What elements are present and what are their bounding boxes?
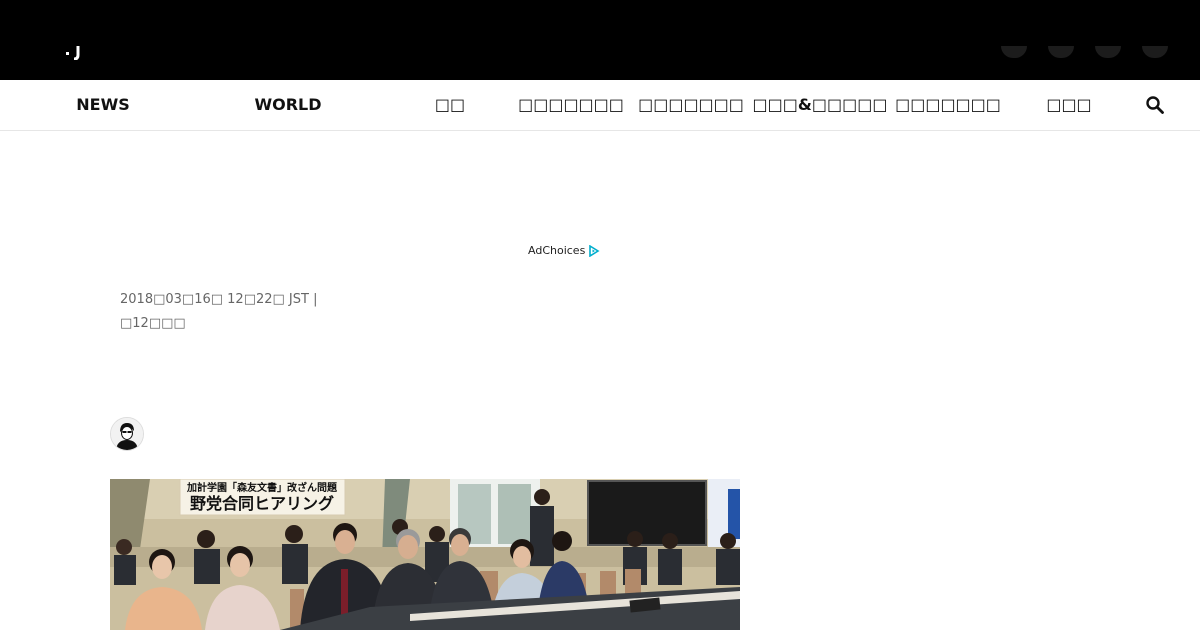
nav-item-world[interactable]: WORLD: [254, 80, 321, 130]
banner-line-2: 野党合同ヒアリング: [190, 494, 334, 513]
nav-item-news[interactable]: NEWS: [76, 80, 130, 130]
search-icon[interactable]: [1145, 95, 1165, 115]
nav-item-5[interactable]: □□□□□□□: [638, 80, 744, 130]
main-navigation: NEWS WORLD □□ □□□□□□□ □□□□□□□ □□□&□□□□□ …: [0, 80, 1200, 131]
nav-item-8[interactable]: □□□: [1046, 80, 1091, 130]
nav-item-7[interactable]: □□□□□□□: [895, 80, 1001, 130]
instagram-icon[interactable]: [1095, 46, 1121, 58]
top-header-bar: [0, 0, 1200, 80]
twitter-icon[interactable]: [1048, 46, 1074, 58]
article-lead-image: 加計学園「森友文書」改ざん問題 野党合同ヒアリング: [110, 479, 740, 630]
adchoices-link[interactable]: AdChoices: [528, 243, 600, 259]
banner-line-1: 加計学園「森友文書」改ざん問題: [186, 481, 338, 494]
nav-item-4[interactable]: □□□□□□□: [518, 80, 624, 130]
author-avatar[interactable]: [110, 417, 144, 451]
facebook-icon[interactable]: [1001, 46, 1027, 58]
article-readtime: □12□□□: [120, 316, 186, 331]
site-logo[interactable]: [62, 40, 92, 61]
article-timestamp: 2018□03□16□ 12□22□ JST |: [120, 292, 318, 307]
adchoices-icon: [589, 244, 600, 258]
adchoices-label: AdChoices: [528, 244, 586, 257]
nav-item-3[interactable]: □□: [435, 80, 465, 130]
nav-item-6[interactable]: □□□&□□□□□: [753, 80, 888, 130]
rss-icon[interactable]: [1142, 46, 1168, 58]
